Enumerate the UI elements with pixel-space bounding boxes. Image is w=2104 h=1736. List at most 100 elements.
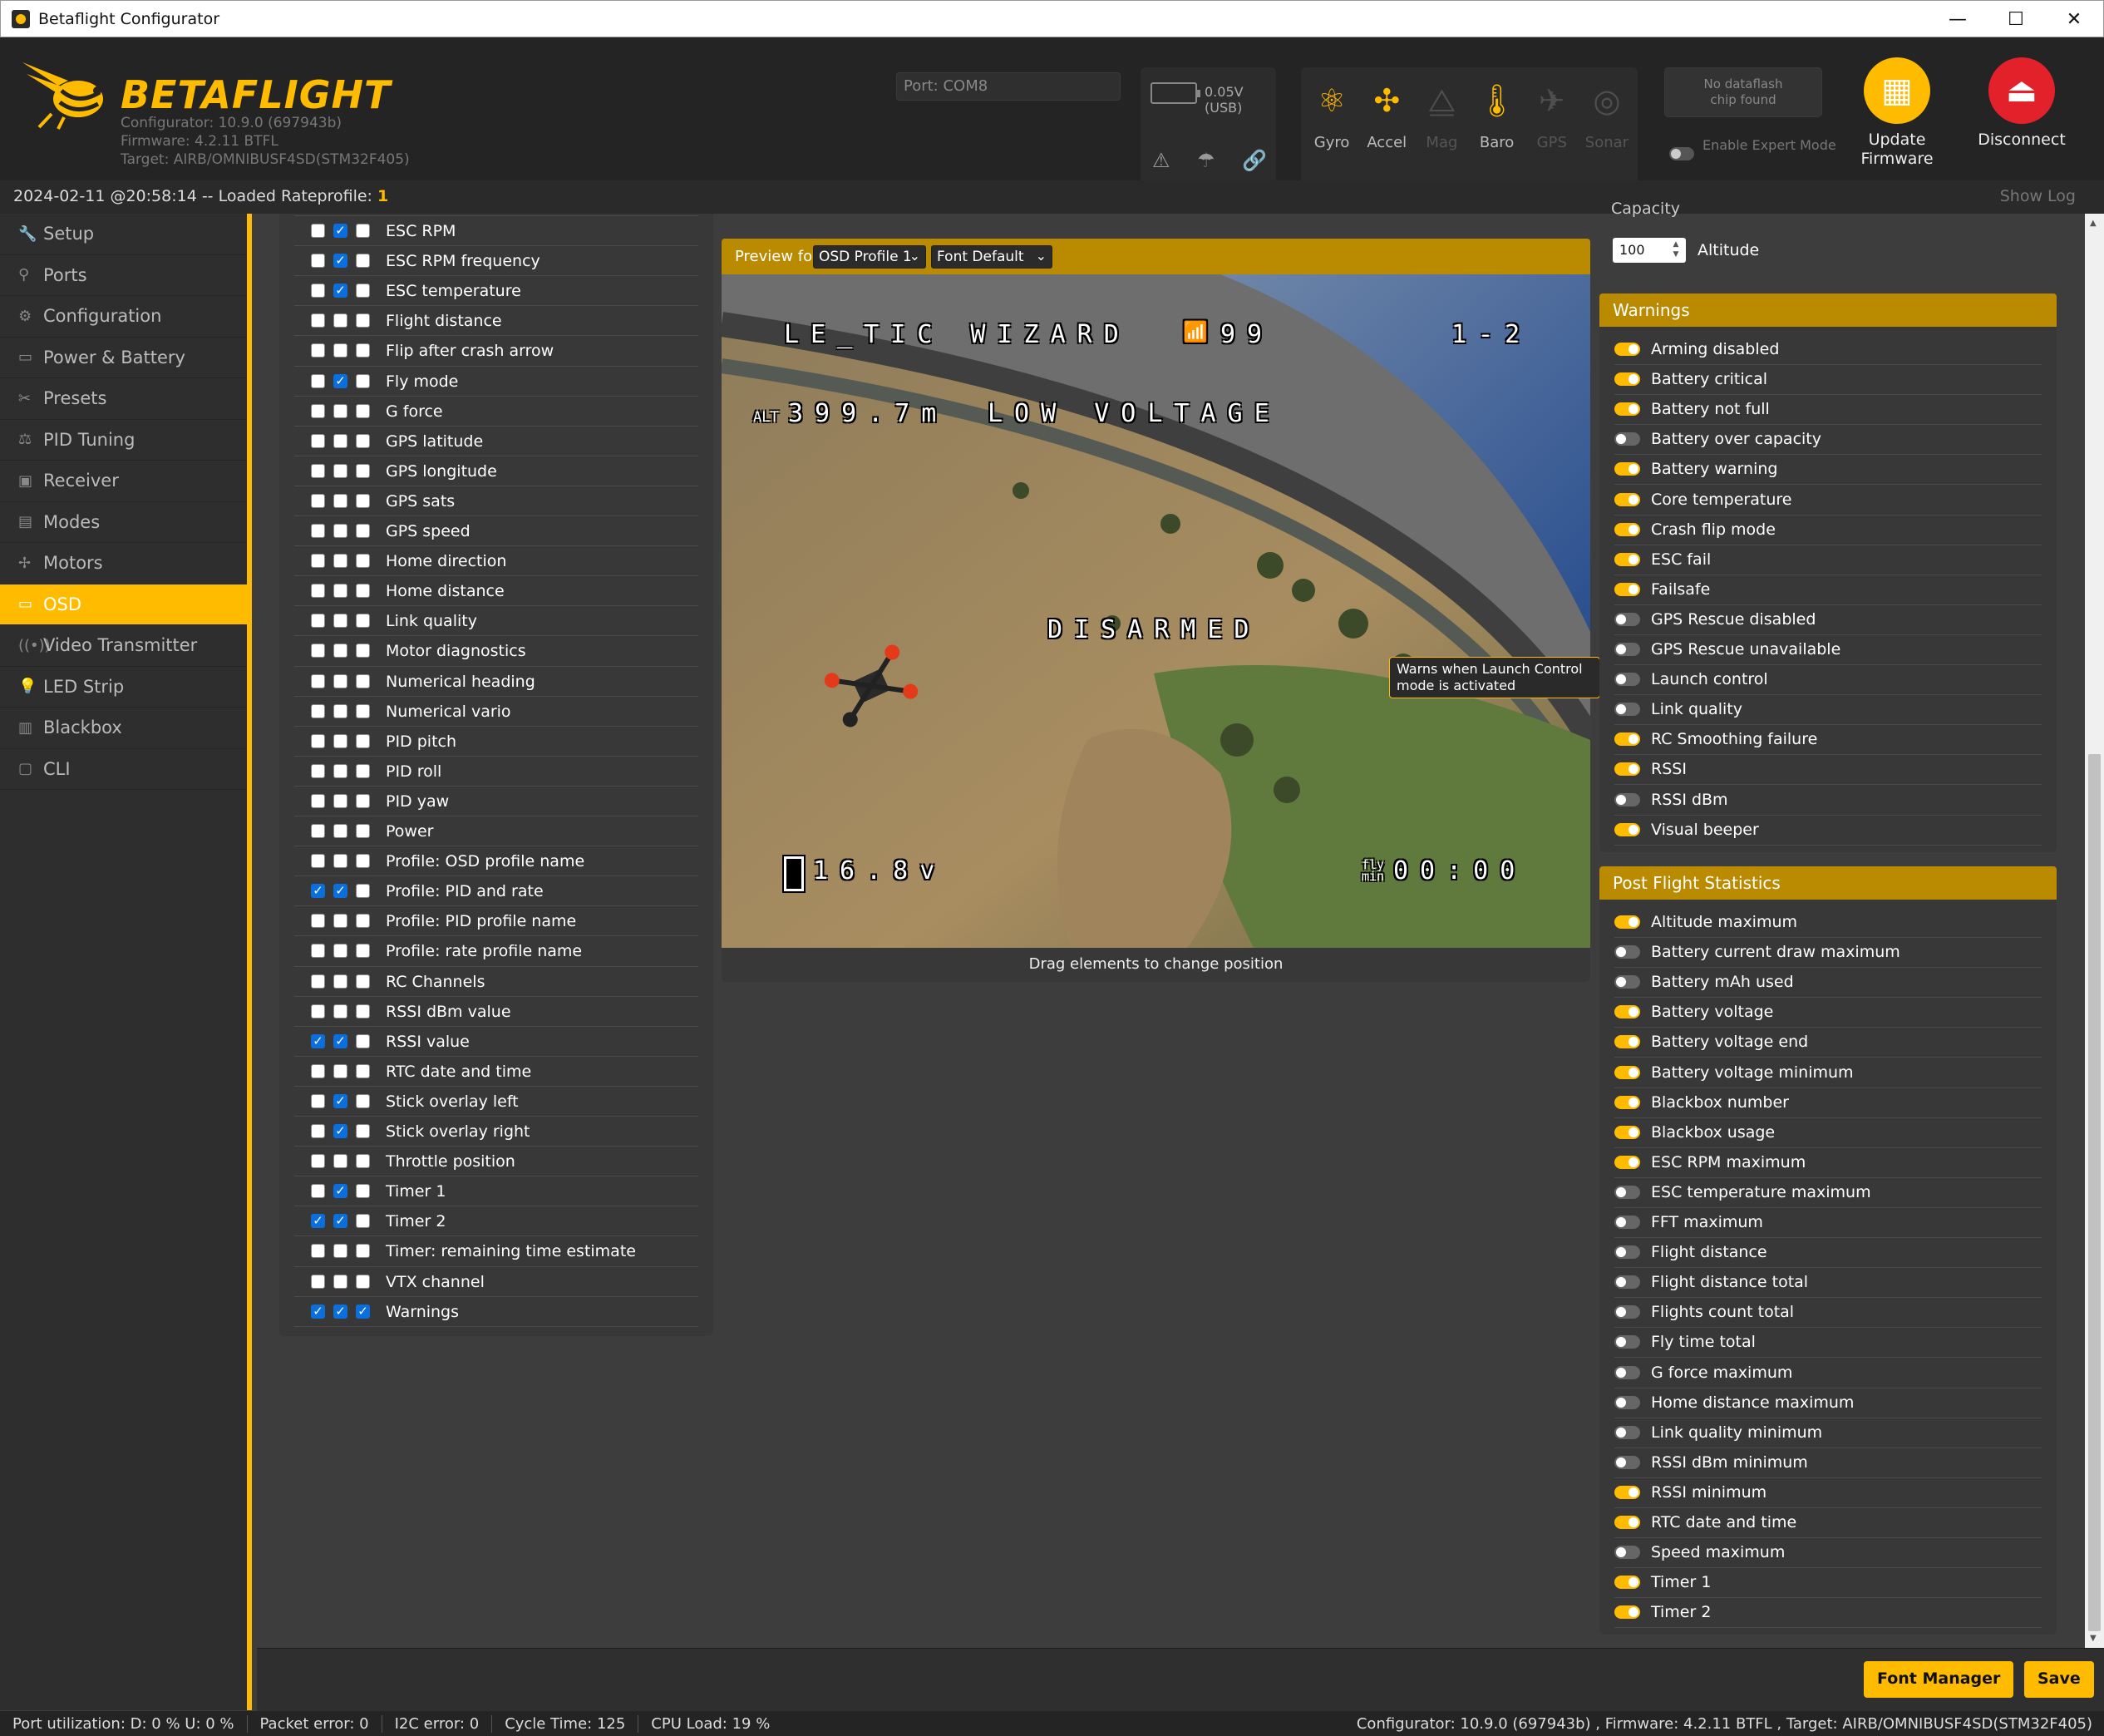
profile-1-checkbox[interactable]: ✓ bbox=[311, 1033, 325, 1048]
profile-2-checkbox[interactable] bbox=[333, 403, 347, 418]
profile-3-checkbox[interactable] bbox=[356, 1124, 370, 1138]
profile-2-checkbox[interactable] bbox=[333, 974, 347, 989]
profile-1-checkbox[interactable]: ✓ bbox=[311, 884, 325, 899]
profile-3-checkbox[interactable] bbox=[356, 644, 370, 658]
profile-3-checkbox[interactable] bbox=[356, 1004, 370, 1018]
toggle-switch[interactable] bbox=[1614, 1245, 1640, 1260]
close-button[interactable]: ✕ bbox=[2045, 1, 2103, 37]
profile-2-checkbox[interactable] bbox=[333, 673, 347, 688]
toggle-switch[interactable] bbox=[1614, 1035, 1640, 1049]
profile-3-checkbox[interactable] bbox=[356, 373, 370, 388]
osd-profile[interactable]: 1-2 bbox=[1451, 320, 1531, 349]
sidebar-item-receiver[interactable]: ▣ Receiver bbox=[0, 461, 247, 502]
profile-3-checkbox[interactable] bbox=[356, 554, 370, 569]
profile-1-checkbox[interactable] bbox=[311, 313, 325, 328]
osd-craft-name[interactable]: LE_TIC WIZARD bbox=[784, 320, 1131, 349]
scroll-down-icon[interactable]: ▼ bbox=[2090, 1634, 2097, 1643]
profile-1-checkbox[interactable] bbox=[311, 1184, 325, 1199]
toggle-switch[interactable] bbox=[1614, 552, 1640, 566]
profile-1-checkbox[interactable] bbox=[311, 284, 325, 298]
profile-1-checkbox[interactable] bbox=[311, 824, 325, 838]
profile-3-checkbox[interactable] bbox=[356, 824, 370, 838]
profile-1-checkbox[interactable] bbox=[311, 224, 325, 238]
profile-3-checkbox[interactable] bbox=[356, 433, 370, 448]
profile-2-checkbox[interactable]: ✓ bbox=[333, 224, 347, 238]
profile-2-checkbox[interactable] bbox=[333, 944, 347, 959]
page-scrollbar[interactable]: ▲ ▼ bbox=[2085, 214, 2104, 1648]
sidebar-item-osd[interactable]: ▭ OSD bbox=[0, 584, 247, 625]
profile-2-checkbox[interactable]: ✓ bbox=[333, 884, 347, 899]
profile-3-checkbox[interactable] bbox=[356, 733, 370, 748]
toggle-switch[interactable] bbox=[1614, 915, 1640, 929]
profile-1-checkbox[interactable] bbox=[311, 1004, 325, 1018]
osd-rssi-icon[interactable]: 📶 bbox=[1183, 320, 1220, 343]
profile-2-checkbox[interactable]: ✓ bbox=[333, 373, 347, 388]
profile-2-checkbox[interactable] bbox=[333, 343, 347, 358]
sidebar-item-setup[interactable]: 🔧 Setup bbox=[0, 214, 247, 255]
toggle-switch[interactable] bbox=[1614, 1455, 1640, 1469]
profile-2-checkbox[interactable] bbox=[333, 1004, 347, 1018]
toggle-switch[interactable] bbox=[1614, 522, 1640, 536]
font-select[interactable]: Font Default ⌄ bbox=[931, 245, 1052, 269]
sidebar-item-pid-tuning[interactable]: ⚖ PID Tuning bbox=[0, 420, 247, 461]
profile-2-checkbox[interactable] bbox=[333, 524, 347, 538]
toggle-switch[interactable] bbox=[1614, 372, 1640, 387]
profile-3-checkbox[interactable] bbox=[356, 673, 370, 688]
profile-2-checkbox[interactable]: ✓ bbox=[333, 1304, 347, 1319]
profile-2-checkbox[interactable]: ✓ bbox=[333, 284, 347, 298]
profile-1-checkbox[interactable] bbox=[311, 254, 325, 269]
profile-1-checkbox[interactable] bbox=[311, 673, 325, 688]
osd-voltage[interactable]: 16.8v bbox=[813, 856, 946, 885]
profile-2-checkbox[interactable] bbox=[333, 703, 347, 718]
profile-1-checkbox[interactable] bbox=[311, 644, 325, 658]
profile-3-checkbox[interactable] bbox=[356, 313, 370, 328]
toggle-switch[interactable] bbox=[1614, 1275, 1640, 1290]
toggle-switch[interactable] bbox=[1614, 432, 1640, 446]
profile-3-checkbox[interactable] bbox=[356, 493, 370, 508]
profile-1-checkbox[interactable] bbox=[311, 793, 325, 808]
scrollbar-thumb[interactable] bbox=[2088, 754, 2101, 1631]
profile-2-checkbox[interactable] bbox=[333, 313, 347, 328]
profile-3-checkbox[interactable] bbox=[356, 284, 370, 298]
profile-1-checkbox[interactable] bbox=[311, 733, 325, 748]
profile-3-checkbox[interactable] bbox=[356, 793, 370, 808]
profile-1-checkbox[interactable] bbox=[311, 463, 325, 478]
toggle-switch[interactable] bbox=[1614, 1065, 1640, 1079]
profile-3-checkbox[interactable] bbox=[356, 1274, 370, 1289]
expert-mode-toggle[interactable]: Enable Expert Mode bbox=[1669, 137, 1836, 160]
profile-2-checkbox[interactable] bbox=[333, 1063, 347, 1078]
update-firmware-button[interactable]: ▦ Update Firmware bbox=[1847, 57, 1947, 169]
profile-2-checkbox[interactable] bbox=[333, 793, 347, 808]
osd-battery-icon[interactable] bbox=[784, 856, 804, 891]
osd-timer-prefix[interactable]: fly min bbox=[1362, 859, 1387, 883]
profile-2-checkbox[interactable]: ✓ bbox=[333, 1093, 347, 1108]
profile-1-checkbox[interactable] bbox=[311, 373, 325, 388]
profile-2-checkbox[interactable] bbox=[333, 433, 347, 448]
profile-1-checkbox[interactable] bbox=[311, 343, 325, 358]
maximize-button[interactable]: ☐ bbox=[1987, 1, 2045, 37]
toggle-switch[interactable] bbox=[1614, 1546, 1640, 1560]
disconnect-button[interactable]: ⏏ Disconnect bbox=[1972, 57, 2072, 150]
profile-3-checkbox[interactable] bbox=[356, 614, 370, 629]
toggle-switch[interactable] bbox=[1614, 1576, 1640, 1590]
profile-2-checkbox[interactable] bbox=[333, 914, 347, 929]
toggle-switch[interactable] bbox=[1614, 945, 1640, 959]
profile-1-checkbox[interactable] bbox=[311, 1274, 325, 1289]
profile-3-checkbox[interactable] bbox=[356, 224, 370, 238]
profile-2-checkbox[interactable] bbox=[333, 854, 347, 869]
profile-2-checkbox[interactable] bbox=[333, 463, 347, 478]
toggle-switch[interactable] bbox=[1614, 732, 1640, 747]
profile-3-checkbox[interactable] bbox=[356, 1033, 370, 1048]
profile-1-checkbox[interactable]: ✓ bbox=[311, 1214, 325, 1229]
toggle-switch[interactable] bbox=[1614, 582, 1640, 596]
sidebar-item-led-strip[interactable]: 💡 LED Strip bbox=[0, 667, 247, 708]
profile-1-checkbox[interactable] bbox=[311, 493, 325, 508]
profile-2-checkbox[interactable] bbox=[333, 644, 347, 658]
toggle-switch[interactable] bbox=[1614, 492, 1640, 506]
toggle-switch[interactable] bbox=[1614, 1216, 1640, 1229]
profile-2-checkbox[interactable] bbox=[333, 733, 347, 748]
sidebar-item-modes[interactable]: ▤ Modes bbox=[0, 502, 247, 543]
profile-1-checkbox[interactable]: ✓ bbox=[311, 1304, 325, 1319]
profile-1-checkbox[interactable] bbox=[311, 703, 325, 718]
profile-3-checkbox[interactable]: ✓ bbox=[356, 1304, 370, 1319]
